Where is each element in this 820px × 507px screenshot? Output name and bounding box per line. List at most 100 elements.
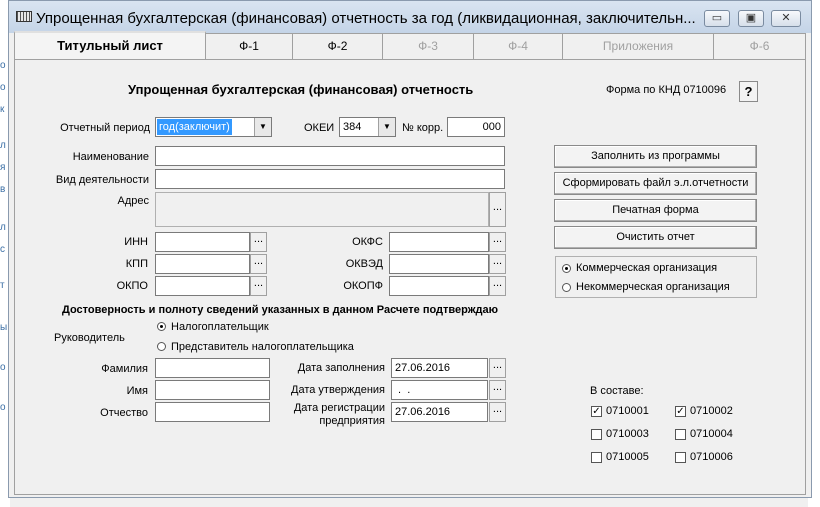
- checkbox-0710002[interactable]: ✓: [675, 406, 686, 417]
- print-form-button[interactable]: Печатная форма: [554, 199, 757, 222]
- minimize-button[interactable]: ▭: [704, 10, 730, 27]
- surname-input[interactable]: [155, 358, 270, 378]
- tab-f2[interactable]: Ф-2: [292, 33, 383, 59]
- reg-date-label-line2: предприятия: [319, 415, 385, 427]
- commercial-label[interactable]: Коммерческая организация: [576, 262, 717, 274]
- approve-date-input[interactable]: . .: [391, 380, 488, 400]
- taxpayer-radio[interactable]: [157, 322, 166, 331]
- okopf-browse-button[interactable]: ...: [489, 276, 506, 296]
- code-0710006: 0710006: [690, 451, 733, 463]
- noncommercial-radio[interactable]: [562, 283, 571, 292]
- patronymic-label: Отчество: [100, 407, 148, 419]
- tab-f1[interactable]: Ф-1: [205, 33, 293, 59]
- okfs-input[interactable]: [389, 232, 489, 252]
- checkbox-0710003[interactable]: [591, 429, 602, 440]
- name-label: Наименование: [72, 151, 149, 163]
- checkbox-0710005[interactable]: [591, 452, 602, 463]
- kpp-label: КПП: [125, 258, 148, 270]
- noncommercial-label[interactable]: Некоммерческая организация: [576, 281, 730, 293]
- chevron-down-icon[interactable]: ▼: [378, 118, 395, 136]
- okopf-label: ОКОПФ: [343, 280, 383, 292]
- bg-fragment: о: [0, 402, 6, 413]
- okved-label: ОКВЭД: [345, 258, 383, 270]
- code-0710005: 0710005: [606, 451, 649, 463]
- surname-label: Фамилия: [101, 363, 148, 375]
- name-input[interactable]: [155, 146, 505, 166]
- bg-fragment: о: [0, 60, 6, 71]
- address-field: [155, 192, 489, 227]
- address-label: Адрес: [117, 195, 150, 207]
- taxpayer-label[interactable]: Налогоплательщик: [171, 321, 269, 333]
- tab-f4: Ф-4: [473, 33, 563, 59]
- representative-radio[interactable]: [157, 342, 166, 351]
- okpo-browse-button[interactable]: ...: [250, 276, 267, 296]
- bg-fragment: с: [0, 244, 5, 255]
- tab-title-page[interactable]: Титульный лист: [14, 31, 206, 59]
- form-heading: Упрощенная бухгалтерская (финансовая) от…: [128, 82, 474, 97]
- period-label: Отчетный период: [60, 122, 150, 134]
- okpo-input[interactable]: [155, 276, 250, 296]
- bg-fragment: т: [0, 280, 5, 291]
- approve-date-label: Дата утверждения: [291, 384, 385, 396]
- head-label: Руководитель: [54, 332, 125, 344]
- firstname-label: Имя: [126, 385, 148, 397]
- bg-fragment: к: [0, 104, 5, 115]
- tab-appendices: Приложения: [562, 33, 714, 59]
- okved-input[interactable]: [389, 254, 489, 274]
- okei-select[interactable]: 384 ▼: [339, 117, 396, 137]
- bg-fragment: л: [0, 222, 6, 233]
- tab-f6: Ф-6: [713, 33, 806, 59]
- firstname-input[interactable]: [155, 380, 270, 400]
- code-0710001: 0710001: [606, 405, 649, 417]
- kpp-input[interactable]: [155, 254, 250, 274]
- chevron-down-icon[interactable]: ▼: [254, 118, 271, 136]
- fill-date-input[interactable]: 27.06.2016: [391, 358, 488, 378]
- kpp-browse-button[interactable]: ...: [250, 254, 267, 274]
- confirm-heading: Достоверность и полноту сведений указанн…: [62, 304, 499, 316]
- checkbox-0710006[interactable]: [675, 452, 686, 463]
- address-browse-button[interactable]: ...: [489, 192, 506, 227]
- bg-fragment: о: [0, 82, 6, 93]
- reg-date-input[interactable]: 27.06.2016: [391, 402, 488, 422]
- patronymic-input[interactable]: [155, 402, 270, 422]
- period-select[interactable]: год(заключит) ▼: [155, 117, 272, 137]
- inn-label: ИНН: [124, 236, 148, 248]
- code-0710004: 0710004: [690, 428, 733, 440]
- korr-label: № корр.: [402, 122, 444, 134]
- reg-date-picker-button[interactable]: ...: [489, 402, 506, 422]
- code-0710002: 0710002: [690, 405, 733, 417]
- code-0710003: 0710003: [606, 428, 649, 440]
- okei-value: 384: [343, 121, 362, 133]
- window-title: Упрощенная бухгалтерская (финансовая) от…: [36, 10, 696, 27]
- korr-input[interactable]: 000: [447, 117, 505, 137]
- okopf-input[interactable]: [389, 276, 489, 296]
- representative-label[interactable]: Представитель налогоплательщика: [171, 341, 354, 353]
- okpo-label: ОКПО: [116, 280, 148, 292]
- make-file-button[interactable]: Сформировать файл э.л.отчетности: [554, 172, 757, 195]
- composition-label: В составе:: [590, 385, 644, 397]
- fill-from-program-button[interactable]: Заполнить из программы: [554, 145, 757, 168]
- bg-fragment: л: [0, 140, 6, 151]
- okei-label: ОКЕИ: [304, 122, 335, 134]
- inn-input[interactable]: [155, 232, 250, 252]
- bg-fragment: о: [0, 362, 6, 373]
- commercial-radio[interactable]: [562, 264, 571, 273]
- inn-browse-button[interactable]: ...: [250, 232, 267, 252]
- okved-browse-button[interactable]: ...: [489, 254, 506, 274]
- calculator-icon: [16, 11, 32, 22]
- period-value: год(заключит): [157, 119, 232, 135]
- fill-date-picker-button[interactable]: ...: [489, 358, 506, 378]
- approve-date-picker-button[interactable]: ...: [489, 380, 506, 400]
- clear-report-button[interactable]: Очистить отчет: [554, 226, 757, 249]
- checkbox-0710001[interactable]: ✓: [591, 406, 602, 417]
- help-button[interactable]: ?: [739, 81, 758, 102]
- activity-input[interactable]: [155, 169, 505, 189]
- tab-f3: Ф-3: [382, 33, 474, 59]
- close-button[interactable]: ✕: [771, 10, 801, 27]
- okfs-browse-button[interactable]: ...: [489, 232, 506, 252]
- activity-label: Вид деятельности: [55, 174, 149, 186]
- checkbox-0710004[interactable]: [675, 429, 686, 440]
- bg-fragment: в: [0, 184, 6, 195]
- bg-fragment: ы: [0, 322, 8, 333]
- maximize-button[interactable]: ▣: [738, 10, 764, 27]
